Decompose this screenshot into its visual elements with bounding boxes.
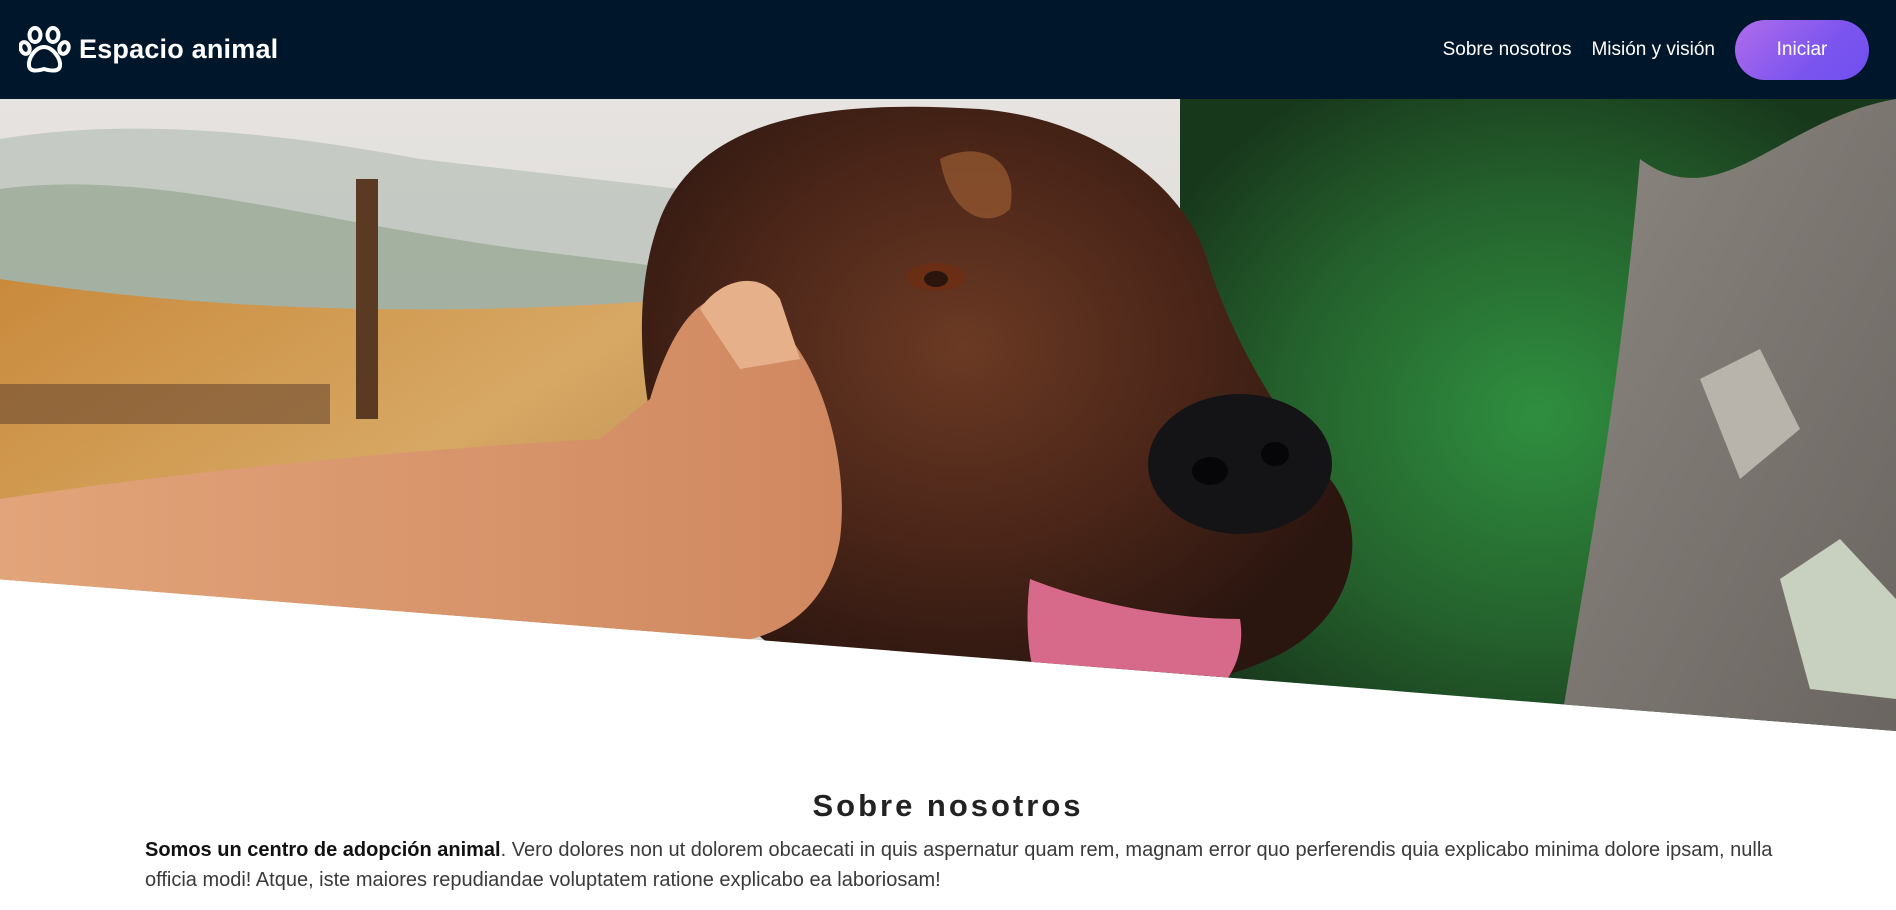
brand-name: Espacio animal bbox=[79, 34, 279, 64]
top-navbar: Espacio animal Sobre nosotros Misión y v… bbox=[0, 0, 1896, 99]
iniciar-button[interactable]: Iniciar bbox=[1735, 19, 1869, 80]
paw-icon bbox=[19, 25, 71, 73]
about-title: Sobre nosotros bbox=[812, 788, 1084, 823]
hero-image bbox=[0, 99, 1896, 731]
about-lead: Somos un centro de adopción animal bbox=[145, 839, 501, 861]
about-section: Sobre nosotros Somos un centro de adopci… bbox=[0, 788, 1896, 895]
nav-link-sobre-nosotros[interactable]: Sobre nosotros bbox=[1443, 39, 1572, 61]
main-nav: Sobre nosotros Misión y visión Iniciar bbox=[1443, 19, 1869, 80]
about-paragraph: Somos un centro de adopción animal. Vero… bbox=[145, 835, 1805, 895]
brand-link[interactable]: Espacio animal bbox=[19, 25, 278, 75]
dog-photo bbox=[0, 99, 1896, 731]
nav-link-mision-vision[interactable]: Misión y visión bbox=[1591, 39, 1715, 61]
